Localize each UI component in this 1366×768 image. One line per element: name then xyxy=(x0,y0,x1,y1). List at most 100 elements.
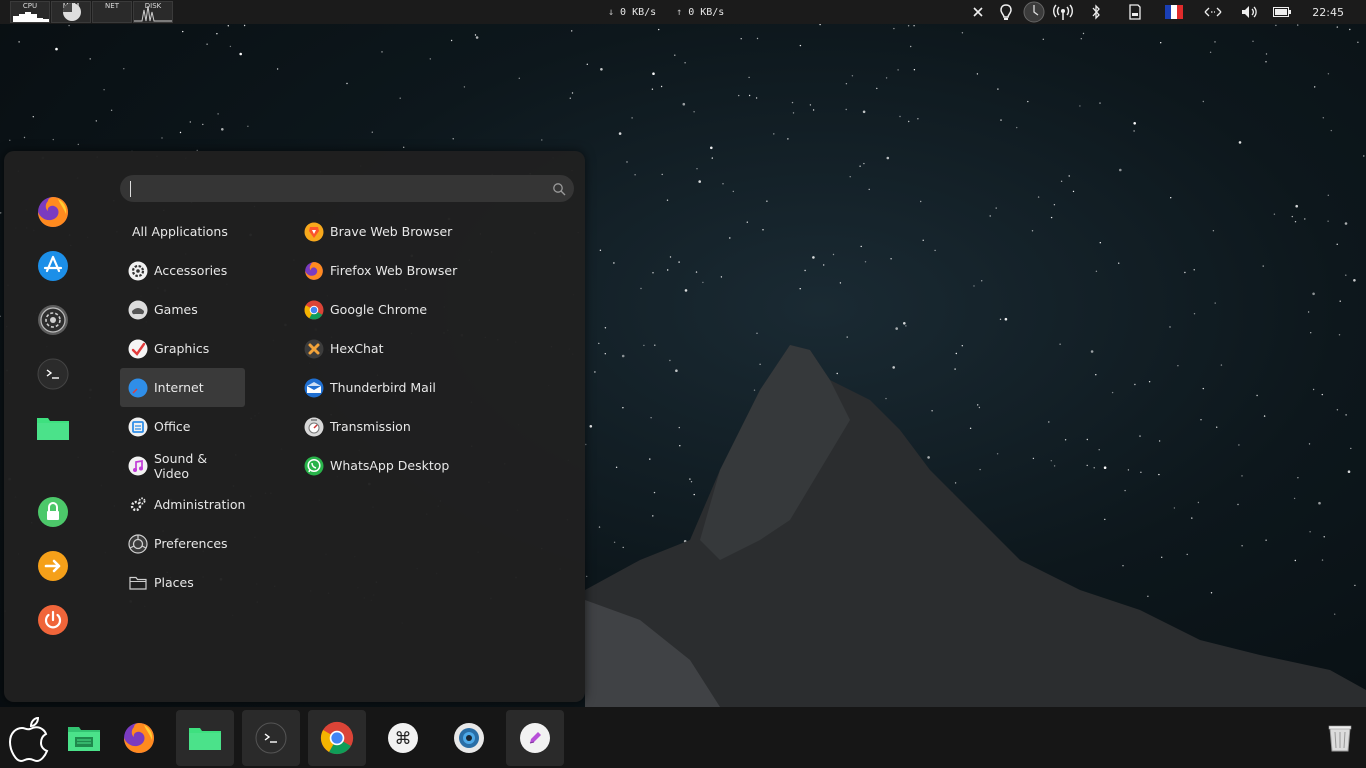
star xyxy=(89,58,91,60)
star xyxy=(182,30,184,33)
terminal-icon[interactable] xyxy=(35,356,71,392)
star xyxy=(613,262,615,264)
france-flag-icon[interactable] xyxy=(1156,0,1192,24)
star xyxy=(1099,102,1101,104)
app-thunderbird-mail[interactable]: Thunderbird Mail xyxy=(296,368,576,407)
star xyxy=(864,261,867,263)
star xyxy=(1027,100,1029,103)
upload-speed-value: 0 KB/s xyxy=(688,6,725,18)
star xyxy=(1079,105,1081,107)
star xyxy=(247,125,249,128)
network-arrows-icon[interactable] xyxy=(1192,0,1234,24)
disk-graph[interactable]: DISK xyxy=(133,1,173,23)
apple-menu-icon[interactable] xyxy=(0,710,60,766)
star xyxy=(893,27,895,30)
trash-icon[interactable] xyxy=(1320,710,1360,766)
star xyxy=(1098,449,1100,451)
text-editor-icon[interactable] xyxy=(506,710,564,766)
memory-graph[interactable]: MEM xyxy=(51,1,91,23)
star xyxy=(189,121,191,123)
star xyxy=(682,102,686,106)
category-accessories[interactable]: Accessories xyxy=(120,251,245,290)
category-places[interactable]: Places xyxy=(120,563,245,602)
star xyxy=(823,264,825,266)
star xyxy=(571,30,573,32)
files-folder-icon[interactable] xyxy=(35,410,71,446)
app-whatsapp-desktop[interactable]: WhatsApp Desktop xyxy=(296,446,576,485)
star xyxy=(1169,326,1171,328)
power-icon[interactable] xyxy=(35,602,71,638)
app-brave-web-browser[interactable]: Brave Web Browser xyxy=(296,212,576,251)
star xyxy=(1334,613,1336,615)
app-label: WhatsApp Desktop xyxy=(330,458,450,473)
star xyxy=(846,336,848,338)
cpu-graph[interactable]: CPU xyxy=(10,1,50,23)
category-preferences[interactable]: Preferences xyxy=(120,524,245,563)
terminal-icon[interactable] xyxy=(242,710,300,766)
system-settings-icon[interactable] xyxy=(35,302,71,338)
star xyxy=(679,445,681,447)
category-administration[interactable]: Administration xyxy=(120,485,245,524)
star xyxy=(0,315,1,317)
star xyxy=(762,229,764,231)
clock-icon[interactable] xyxy=(1020,0,1048,24)
category-games[interactable]: Games xyxy=(120,290,245,329)
star xyxy=(1095,270,1098,272)
sd-card-icon[interactable] xyxy=(1114,0,1156,24)
lock-screen-icon[interactable] xyxy=(35,494,71,530)
clock[interactable]: 22:45 xyxy=(1298,0,1366,24)
app-hexchat[interactable]: HexChat xyxy=(296,329,576,368)
star xyxy=(1327,73,1330,75)
star xyxy=(1158,440,1161,442)
star xyxy=(221,128,224,131)
app-label: Google Chrome xyxy=(330,302,428,317)
sound-video-icon xyxy=(128,456,148,476)
location-pin-icon[interactable] xyxy=(992,0,1020,24)
category-internet[interactable]: Internet xyxy=(120,368,245,407)
star xyxy=(618,132,622,135)
transmission-icon xyxy=(304,417,324,437)
system-monitor-applet[interactable]: CPU MEM NET DISK xyxy=(10,1,174,23)
star xyxy=(1095,374,1097,376)
category-graphics[interactable]: Graphics xyxy=(120,329,245,368)
search-icon[interactable] xyxy=(552,181,566,200)
files-folder-icon[interactable] xyxy=(176,710,234,766)
star xyxy=(1053,465,1056,467)
star xyxy=(1193,313,1196,315)
app-firefox-web-browser[interactable]: Firefox Web Browser xyxy=(296,251,576,290)
star xyxy=(1133,130,1135,132)
keyboard-command-icon[interactable]: ⌘ xyxy=(374,710,432,766)
star xyxy=(792,112,795,114)
star xyxy=(643,344,645,347)
app-google-chrome[interactable]: Google Chrome xyxy=(296,290,576,329)
firefox-icon[interactable] xyxy=(35,194,71,230)
wireless-broadcast-icon[interactable] xyxy=(1048,0,1078,24)
volume-icon[interactable] xyxy=(1234,0,1266,24)
network-speed-applet[interactable]: ↓ 0 KB/s ↑ 0 KB/s xyxy=(608,0,724,24)
app-store-icon[interactable] xyxy=(35,248,71,284)
app-transmission[interactable]: Transmission xyxy=(296,407,576,446)
system-monitor-icon[interactable] xyxy=(440,710,498,766)
star xyxy=(755,97,758,99)
star xyxy=(738,94,740,97)
close-icon[interactable] xyxy=(964,0,992,24)
logout-icon[interactable] xyxy=(35,548,71,584)
star xyxy=(463,86,466,88)
star xyxy=(1297,24,1299,26)
category-all-applications[interactable]: All Applications xyxy=(120,212,245,251)
firefox-icon xyxy=(304,261,324,281)
file-manager-icon[interactable] xyxy=(55,710,113,766)
category-label: Preferences xyxy=(154,536,228,551)
star xyxy=(589,425,593,428)
battery-icon[interactable] xyxy=(1266,0,1298,24)
category-office[interactable]: Office xyxy=(120,407,245,446)
bluetooth-icon[interactable] xyxy=(1078,0,1114,24)
firefox-icon[interactable] xyxy=(110,710,168,766)
category-sound-video[interactable]: Sound & Video xyxy=(120,446,245,485)
network-graph[interactable]: NET xyxy=(92,1,132,23)
star xyxy=(1241,545,1243,547)
chrome-icon[interactable] xyxy=(308,710,366,766)
search-input[interactable] xyxy=(130,180,540,197)
star xyxy=(1262,265,1264,267)
star xyxy=(849,176,851,178)
